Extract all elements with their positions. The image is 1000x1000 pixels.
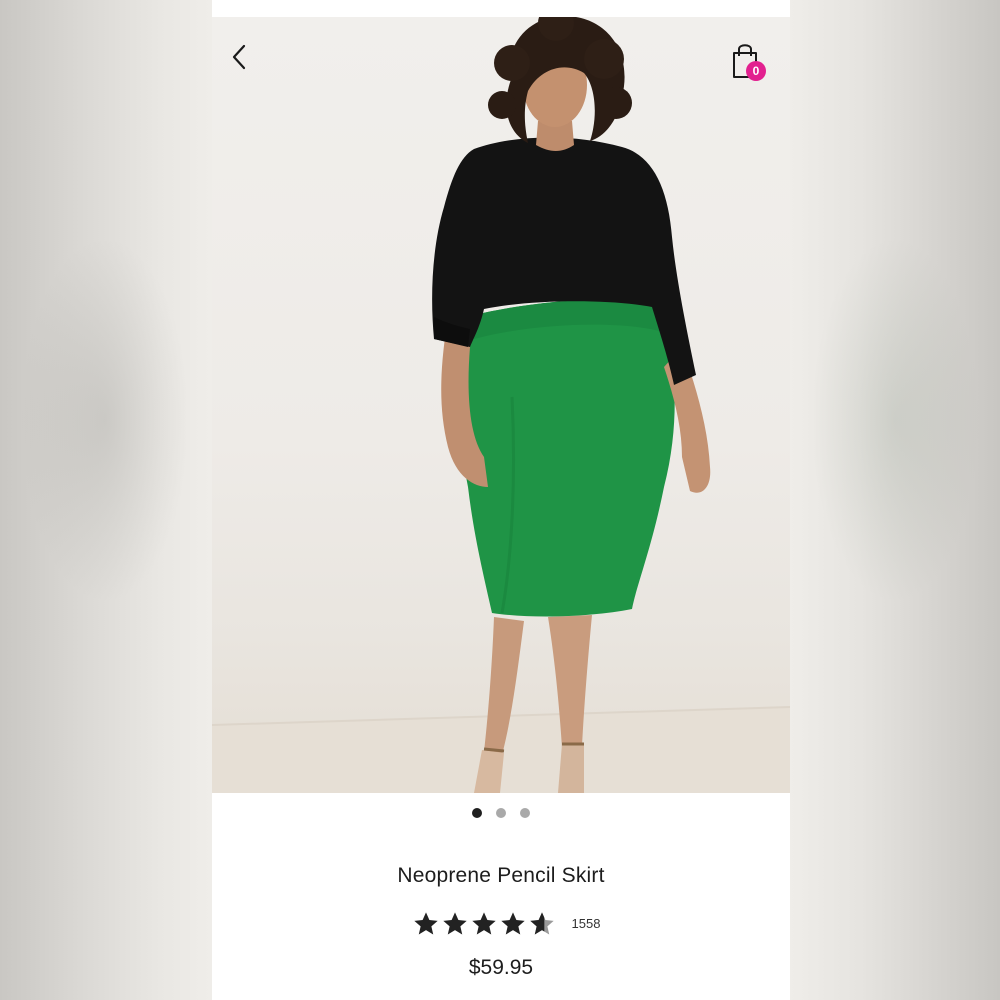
product-screen: 0 Neoprene Pencil Skirt 1558 $59.95 [212, 0, 790, 1000]
product-title: Neoprene Pencil Skirt [397, 864, 605, 887]
cart-count-badge: 0 [746, 61, 766, 81]
product-price: $59.95 [468, 956, 534, 979]
gallery-pagination [212, 806, 790, 820]
star-partial-icon [529, 912, 554, 935]
chevron-left-icon [232, 44, 246, 70]
gallery-dot-2[interactable] [496, 808, 506, 818]
star-full-icon [471, 912, 496, 935]
back-button[interactable] [230, 43, 258, 77]
gallery-dot-1[interactable] [472, 808, 482, 818]
star-full-icon [413, 912, 438, 935]
star-full-icon [442, 912, 467, 935]
star-full-icon [500, 912, 525, 935]
product-rating[interactable]: 1558 [212, 906, 790, 942]
model-illustration [212, 17, 790, 793]
product-image[interactable]: 0 [212, 17, 790, 793]
star-rating [412, 910, 556, 938]
gallery-dot-3[interactable] [520, 808, 530, 818]
review-count[interactable]: 1558 [572, 916, 601, 931]
cart-button[interactable]: 0 [726, 39, 770, 85]
